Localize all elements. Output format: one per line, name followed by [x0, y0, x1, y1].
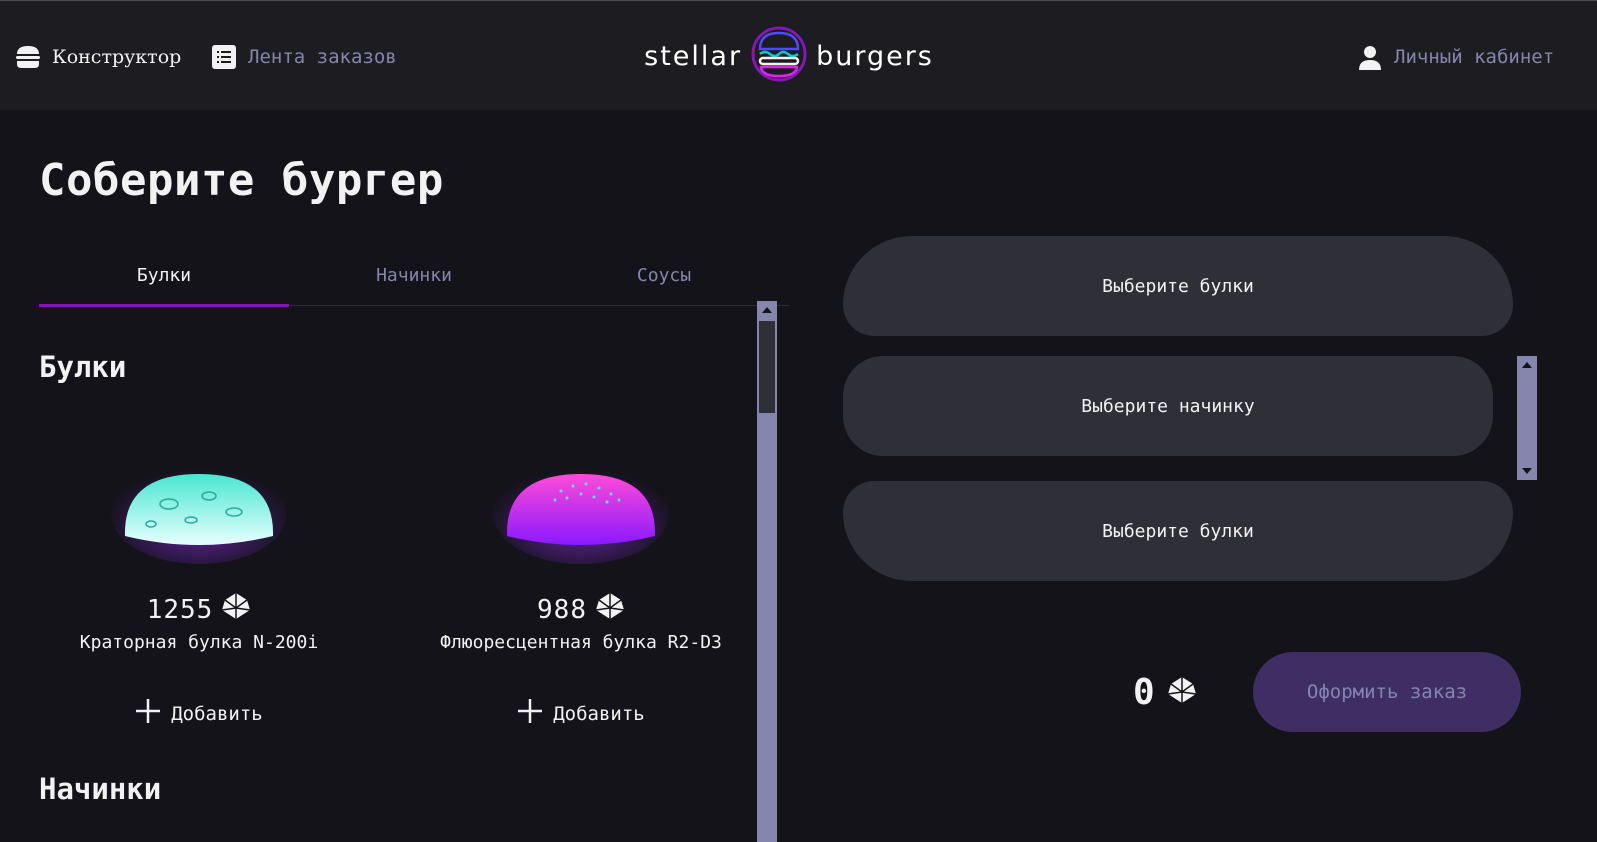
nav-feed-label: Лента заказов — [248, 46, 397, 68]
bottom-bun-slot[interactable]: Выберите булки — [843, 481, 1513, 581]
add-label: Добавить — [171, 702, 263, 725]
list-icon — [210, 43, 238, 71]
ingredients-scrollbar[interactable] — [757, 301, 777, 842]
logo-word-right: burgers — [816, 40, 934, 72]
top-bun-placeholder: Выберите булки — [1102, 275, 1254, 297]
nav-feed-link[interactable]: Лента заказов — [210, 41, 397, 73]
price: 988 — [421, 592, 741, 627]
price-value: 988 — [537, 594, 587, 625]
ingredients-list: Булки 1255 Краторная булка N-200i Добави… — [39, 306, 769, 842]
add-button[interactable]: Добавить — [39, 698, 359, 729]
price: 1255 — [39, 592, 359, 627]
app-header: Конструктор Лента заказов stellar burger… — [0, 0, 1597, 110]
top-bun-slot[interactable]: Выберите булки — [843, 236, 1513, 336]
currency-icon — [595, 592, 625, 627]
total-value: 0 — [1133, 671, 1155, 713]
logo[interactable]: stellar burgers — [608, 25, 970, 87]
nav-account-link[interactable]: Личный кабинет — [1356, 41, 1554, 73]
ingredient-tabs: Булки Начинки Соусы — [39, 244, 789, 307]
scroll-down-arrow-icon[interactable] — [1522, 468, 1532, 474]
section-title-buns: Булки — [39, 350, 127, 384]
filling-placeholder: Выберите начинку — [1081, 395, 1255, 417]
currency-icon — [221, 592, 251, 627]
tab-sauces[interactable]: Соусы — [539, 244, 789, 306]
scroll-up-arrow-icon[interactable] — [1522, 362, 1532, 368]
profile-icon — [1356, 43, 1384, 71]
filling-slot[interactable]: Выберите начинку — [843, 356, 1493, 456]
bottom-bun-placeholder: Выберите булки — [1102, 520, 1254, 542]
add-button[interactable]: Добавить — [421, 698, 741, 729]
nav-constructor-label: Конструктор — [52, 46, 182, 68]
burger-icon — [14, 43, 42, 71]
filling-scrollbar[interactable] — [1517, 356, 1537, 480]
logo-burger-icon — [750, 25, 808, 87]
logo-word-left: stellar — [644, 40, 743, 72]
crater-bun-image — [109, 436, 289, 566]
ingredient-name: Краторная булка N-200i — [79, 632, 319, 653]
page-title: Соберите бургер — [39, 155, 444, 206]
tab-fillings[interactable]: Начинки — [289, 244, 539, 306]
ingredient-name: Флюоресцентная булка R2-D3 — [440, 632, 722, 653]
tab-buns[interactable]: Булки — [39, 244, 289, 307]
currency-icon — [1167, 672, 1197, 713]
place-order-button[interactable]: Оформить заказ — [1253, 652, 1521, 732]
scroll-up-arrow-icon[interactable] — [762, 307, 772, 313]
fluorescent-bun-image — [491, 436, 671, 566]
scrollbar-thumb[interactable] — [759, 321, 775, 413]
plus-icon — [517, 698, 543, 729]
ingredient-card[interactable]: 988 Флюоресцентная булка R2-D3 Добавить — [421, 436, 741, 756]
nav-account-label: Личный кабинет — [1394, 46, 1555, 68]
section-title-fillings: Начинки — [39, 772, 162, 806]
plus-icon — [135, 698, 161, 729]
ingredient-card[interactable]: 1255 Краторная булка N-200i Добавить — [39, 436, 359, 756]
order-total: 0 — [1133, 670, 1197, 714]
nav-constructor-link[interactable]: Конструктор — [14, 41, 181, 73]
add-label: Добавить — [553, 702, 645, 725]
price-value: 1255 — [146, 594, 214, 625]
